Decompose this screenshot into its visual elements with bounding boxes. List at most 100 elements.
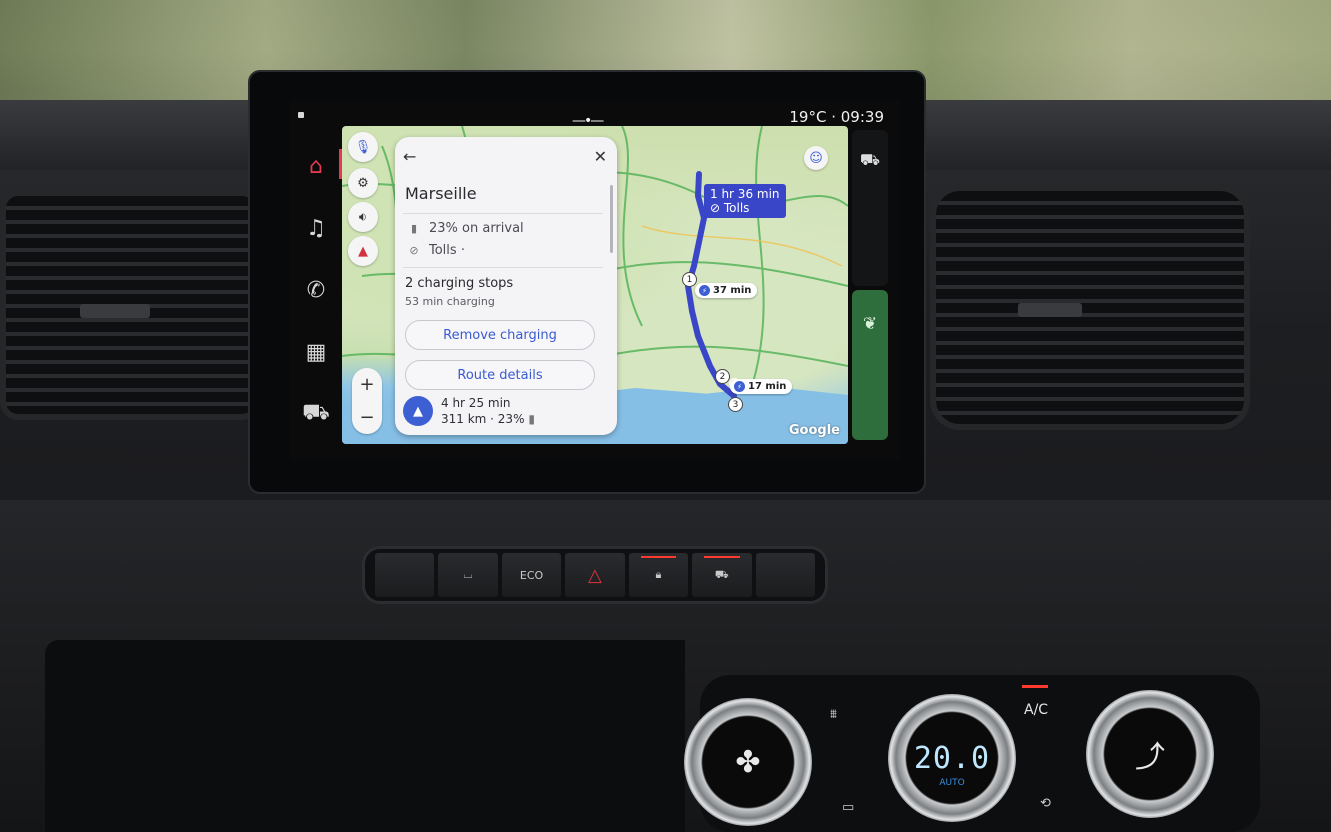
- status-separator: ·: [831, 108, 836, 126]
- route-details-button[interactable]: Route details: [405, 360, 595, 390]
- zoom-controls: + −: [352, 368, 382, 434]
- fan-icon: ✤: [735, 744, 761, 780]
- zoom-in-button[interactable]: +: [352, 368, 382, 401]
- phone-icon: ✆: [306, 277, 326, 303]
- apps-grid-icon: ▦: [305, 339, 327, 365]
- status-time: 09:39: [840, 108, 884, 126]
- blank-button-right[interactable]: [755, 553, 815, 597]
- lock-button[interactable]: 🔒︎: [628, 553, 689, 597]
- blank-button[interactable]: [375, 553, 435, 597]
- mic-icon: 🎙︎: [354, 139, 372, 155]
- lock-led: [640, 556, 677, 558]
- eco-label: ECO: [519, 568, 544, 582]
- destination-title: Marseille: [405, 184, 477, 203]
- left-vent-tab: [80, 304, 150, 318]
- eco-button[interactable]: ECO: [501, 553, 562, 597]
- remove-charging-button[interactable]: Remove charging: [405, 320, 595, 350]
- seat-heat-button[interactable]: ⌴: [438, 553, 498, 597]
- close-button[interactable]: ✕: [594, 147, 607, 166]
- hardware-button-bar: ⌴ ECO △ 🔒︎ ⛟: [362, 546, 828, 604]
- status-indicator: [298, 112, 304, 118]
- mic-button[interactable]: 🎙︎: [348, 132, 378, 162]
- navigation-arrow-icon: ▲: [413, 403, 423, 419]
- start-navigation-button[interactable]: ▲: [403, 396, 433, 426]
- card-footer: ▲ 4 hr 25 min 311 km · 23% ▮: [403, 395, 535, 427]
- battery-icon: ▮: [410, 222, 418, 235]
- hazard-button[interactable]: △: [565, 553, 625, 597]
- waypoint-3[interactable]: 3: [728, 397, 743, 412]
- trip-duration: 4 hr 25 min: [441, 396, 511, 410]
- route-callout[interactable]: 1 hr 36 min ⊘ Tolls: [704, 184, 786, 218]
- card-header: ← ✕: [403, 147, 607, 169]
- status-weather-time: 19°C · 09:39: [789, 108, 884, 126]
- charging-time: 53 min charging: [405, 295, 495, 308]
- divider: [403, 267, 603, 268]
- ac-led: [1022, 685, 1048, 688]
- tolls-row: ⊘ Tolls ·: [407, 243, 465, 258]
- air-direction-icon: ⤴: [1135, 740, 1165, 775]
- fan-speed-knob[interactable]: ✤: [684, 698, 812, 826]
- card-scrollbar[interactable]: [610, 185, 613, 253]
- charge-stop-1-chip[interactable]: ⚡ 37 min: [695, 283, 758, 298]
- car-icon: ⛟: [859, 150, 881, 169]
- auto-label: AUTO: [939, 778, 965, 788]
- van-lock-button[interactable]: ⛟: [692, 553, 752, 597]
- air-direction-knob[interactable]: ⤴: [1086, 690, 1214, 818]
- car-dashboard: ⌴ ECO △ 🔒︎ ⛟ ⩩ A/C ▭ ⟲ ✤ 20.0 AUTO ⤴ —•—…: [0, 0, 1331, 832]
- back-button[interactable]: ←: [403, 147, 416, 166]
- gear-icon: ⚙: [357, 175, 369, 191]
- seat-heat-icon: ⌴: [463, 568, 473, 581]
- profile-icon: ☺: [809, 150, 823, 166]
- trip-summary: 4 hr 25 min 311 km · 23% ▮: [441, 395, 535, 427]
- van-lock-icon: ⛟: [714, 567, 729, 581]
- ac-button[interactable]: A/C: [1024, 702, 1048, 718]
- app-rail: ⌂ ♫ ✆ ▦ ⛟: [294, 135, 342, 445]
- trip-distance: 311 km · 23% ▮: [441, 412, 535, 426]
- charging-stops: 2 charging stops: [405, 276, 514, 291]
- compass-button[interactable]: ▲: [348, 236, 378, 266]
- callout-time: 1 hr 36 min: [710, 187, 780, 201]
- waypoint-2[interactable]: 2: [715, 369, 730, 384]
- vehicle-icon: ⛟: [302, 400, 330, 425]
- home-icon: ⌂: [309, 153, 323, 179]
- temperature-readout: 20.0: [913, 740, 991, 776]
- rail-music[interactable]: ♫: [294, 197, 338, 259]
- hazard-icon: △: [588, 564, 602, 586]
- rail-vehicle[interactable]: ⛟: [294, 383, 338, 445]
- sound-button[interactable]: 🔉︎: [348, 202, 378, 232]
- defrost-icon[interactable]: ⩩: [830, 707, 837, 722]
- rail-home[interactable]: ⌂: [294, 135, 342, 197]
- rear-defrost-icon[interactable]: ▭: [842, 800, 854, 815]
- waypoint-1[interactable]: 1: [682, 272, 697, 287]
- tolls-icon: ⊘: [409, 244, 419, 257]
- status-temperature: 19°C: [789, 108, 827, 126]
- tolls-icon: ⊘: [710, 201, 724, 215]
- lock-icon: 🔒︎: [655, 568, 662, 581]
- right-widget-panel: ⛟ ❦: [852, 130, 888, 442]
- speaker-icon: 🔉︎: [358, 209, 368, 225]
- temperature-knob[interactable]: 20.0 AUTO: [888, 694, 1016, 822]
- right-vent-tab: [1018, 303, 1082, 317]
- battery-row: ▮ 23% on arrival: [407, 221, 524, 236]
- callout-tolls: ⊘ Tolls: [710, 201, 750, 215]
- recirculation-icon[interactable]: ⟲: [1040, 796, 1051, 811]
- google-attribution: Google: [788, 423, 840, 438]
- eco-widget[interactable]: ❦: [852, 290, 888, 440]
- rail-phone[interactable]: ✆: [294, 259, 338, 321]
- vehicle-widget[interactable]: ⛟: [852, 130, 888, 286]
- music-icon: ♫: [306, 215, 326, 241]
- van-lock-led: [703, 556, 740, 558]
- charge-stop-2-chip[interactable]: ⚡ 17 min: [730, 379, 793, 394]
- rail-apps[interactable]: ▦: [294, 321, 338, 383]
- leaf-icon: ❦: [862, 314, 878, 334]
- right-air-vent: [930, 185, 1250, 430]
- bolt-icon: ⚡: [699, 285, 710, 296]
- divider: [403, 213, 603, 214]
- route-card: ← ✕ Marseille ▮ 23% on arrival ⊘ Tolls · 2…: [395, 137, 617, 435]
- bolt-icon: ⚡: [734, 381, 745, 392]
- glovebox: [45, 640, 685, 832]
- settings-button[interactable]: ⚙: [348, 168, 378, 198]
- battery-icon: ▮: [528, 412, 535, 426]
- zoom-out-button[interactable]: −: [352, 401, 382, 434]
- profile-button[interactable]: ☺: [804, 146, 828, 170]
